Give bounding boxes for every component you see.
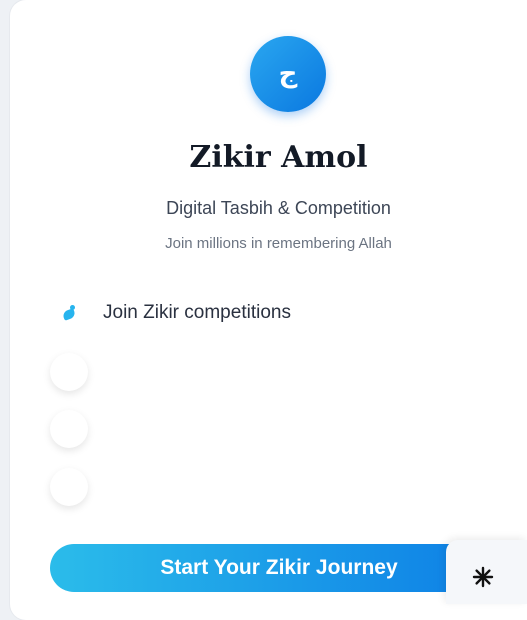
app-subtitle: Digital Tasbih & Competition [166,198,391,218]
feature-icon-placeholder [50,410,88,448]
feature-icon-placeholder [50,468,88,506]
app-logo: ج [250,36,326,112]
sparkle-icon [472,566,493,588]
app-tagline: Join millions in remembering Allah [165,235,392,252]
floating-widget[interactable] [446,540,527,604]
app-title: Zikir Amol [189,140,368,175]
feature-label: Join Zikir competitions [103,302,291,323]
start-journey-button[interactable]: Start Your Zikir Journey [50,544,508,592]
feature-item-competitions: Join Zikir competitions [58,300,291,326]
feature-icon-placeholder [50,353,88,391]
logo-glyph: ج [278,59,298,89]
bird-icon [58,300,84,326]
